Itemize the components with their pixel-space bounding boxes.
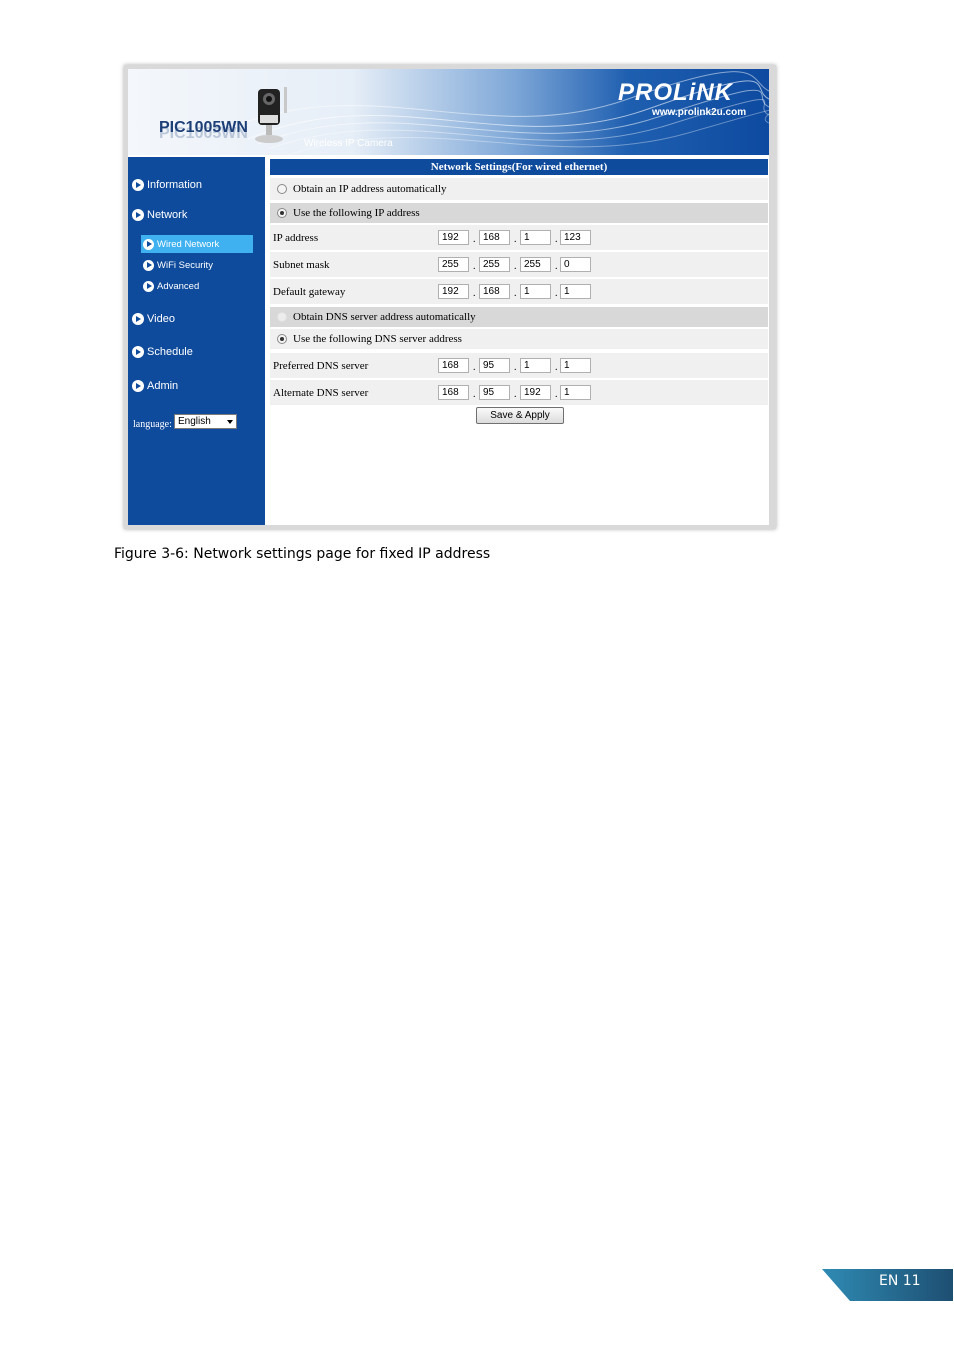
octet-separator: .: [514, 288, 517, 299]
sidebar-subitem-wired-network[interactable]: Wired Network: [141, 235, 253, 253]
octet-separator: .: [473, 234, 476, 245]
arrow-circle-icon: [143, 238, 154, 250]
sidebar-item-label: Schedule: [147, 346, 193, 358]
sidebar-item-label: Video: [147, 313, 175, 325]
octet-separator: .: [514, 362, 517, 373]
ip-address-octet-3[interactable]: 1: [520, 230, 551, 245]
default-gateway-octet-4[interactable]: 1: [560, 284, 591, 299]
header-banner: PIC1005WN Wireless IP Camera PROLiNK www…: [128, 69, 769, 155]
sidebar-item-label: Admin: [147, 380, 179, 392]
arrow-circle-icon: [143, 280, 154, 292]
subnet-mask-octet-2[interactable]: 255: [479, 257, 510, 272]
camera-web-ui: PIC1005WN Wireless IP Camera PROLiNK www…: [128, 69, 769, 525]
product-subtitle: Wireless IP Camera: [304, 138, 393, 149]
obtain-dns-auto-row: Obtain DNS server address automatically: [270, 307, 768, 327]
octet-separator: .: [514, 389, 517, 400]
network-settings-panel: Network Settings(For wired ethernet) Obt…: [270, 157, 769, 525]
sidebar-item-schedule[interactable]: Schedule: [132, 344, 193, 360]
camera-icon: [255, 87, 287, 143]
default-gateway-row: Default gateway 192 . 168 . 1 . 1: [270, 279, 768, 304]
sidebar-item-network[interactable]: Network: [132, 207, 187, 223]
sidebar-subitem-advanced[interactable]: Advanced: [143, 278, 199, 294]
obtain-dns-auto-radio[interactable]: [277, 312, 287, 322]
model-name: PIC1005WN: [159, 119, 248, 136]
default-gateway-octet-3[interactable]: 1: [520, 284, 551, 299]
octet-separator: .: [473, 362, 476, 373]
sidebar-subitem-label: Advanced: [157, 280, 200, 292]
sidebar: Information Network Wired Network WiFi S…: [128, 157, 265, 525]
sidebar-item-label: Network: [147, 209, 188, 221]
arrow-circle-icon: [132, 209, 144, 221]
obtain-dns-auto-label: Obtain DNS server address automatically: [293, 311, 476, 323]
use-following-ip-label: Use the following IP address: [293, 207, 420, 219]
alternate-dns-label: Alternate DNS server: [273, 386, 369, 399]
subnet-mask-octet-1[interactable]: 255: [438, 257, 469, 272]
sidebar-subitem-label: WiFi Security: [157, 259, 213, 271]
octet-separator: .: [473, 288, 476, 299]
preferred-dns-row: Preferred DNS server 168 . 95 . 1 . 1: [270, 353, 768, 378]
default-gateway-octet-1[interactable]: 192: [438, 284, 469, 299]
default-gateway-label: Default gateway: [273, 285, 346, 298]
arrow-circle-icon: [132, 346, 144, 358]
ip-address-label: IP address: [273, 231, 319, 244]
sidebar-item-information[interactable]: Information: [132, 177, 202, 193]
octet-separator: .: [555, 288, 558, 299]
octet-separator: .: [514, 261, 517, 272]
obtain-ip-auto-row: Obtain an IP address automatically: [270, 178, 768, 200]
panel-title: Network Settings(For wired ethernet): [270, 159, 768, 175]
use-following-dns-label: Use the following DNS server address: [293, 333, 462, 345]
subnet-mask-octet-4[interactable]: 0: [560, 257, 591, 272]
language-value: English: [178, 416, 211, 427]
subnet-mask-label: Subnet mask: [273, 258, 330, 271]
arrow-circle-icon: [132, 313, 144, 325]
alternate-dns-row: Alternate DNS server 168 . 95 . 192 . 1: [270, 380, 768, 405]
obtain-ip-auto-label: Obtain an IP address automatically: [293, 183, 447, 195]
figure-caption: Figure 3-6: Network settings page for fi…: [114, 546, 491, 562]
arrow-circle-icon: [132, 380, 144, 392]
language-select[interactable]: English: [174, 414, 237, 429]
octet-separator: .: [555, 389, 558, 400]
preferred-dns-octet-1[interactable]: 168: [438, 358, 469, 373]
language-label: language:: [133, 419, 172, 430]
octet-separator: .: [473, 261, 476, 272]
preferred-dns-octet-4[interactable]: 1: [560, 358, 591, 373]
arrow-circle-icon: [132, 179, 144, 191]
use-following-dns-radio[interactable]: [277, 334, 287, 344]
octet-separator: .: [473, 389, 476, 400]
default-gateway-octet-2[interactable]: 168: [479, 284, 510, 299]
octet-separator: .: [514, 234, 517, 245]
sidebar-item-video[interactable]: Video: [132, 311, 175, 327]
preferred-dns-octet-3[interactable]: 1: [520, 358, 551, 373]
sidebar-item-label: Information: [147, 179, 203, 191]
use-following-dns-row: Use the following DNS server address: [270, 329, 768, 349]
preferred-dns-label: Preferred DNS server: [273, 359, 369, 372]
sidebar-item-admin[interactable]: Admin: [132, 378, 178, 394]
alternate-dns-octet-2[interactable]: 95: [479, 385, 510, 400]
screenshot-frame: PIC1005WN Wireless IP Camera PROLiNK www…: [124, 65, 776, 529]
obtain-ip-auto-radio[interactable]: [277, 184, 287, 194]
chevron-down-icon: [227, 420, 233, 424]
sidebar-subitem-wifi-security[interactable]: WiFi Security: [143, 257, 213, 273]
brand-logo: PROLiNK: [618, 79, 733, 106]
save-apply-button[interactable]: Save & Apply: [476, 407, 564, 424]
ip-address-row: IP address 192 . 168 . 1 . 123: [270, 225, 768, 250]
preferred-dns-octet-2[interactable]: 95: [479, 358, 510, 373]
brand-url: www.prolink2u.com: [652, 107, 747, 118]
octet-separator: .: [555, 261, 558, 272]
ip-address-octet-1[interactable]: 192: [438, 230, 469, 245]
subnet-mask-row: Subnet mask 255 . 255 . 255 . 0: [270, 252, 768, 277]
alternate-dns-octet-1[interactable]: 168: [438, 385, 469, 400]
ip-address-octet-4[interactable]: 123: [560, 230, 591, 245]
sidebar-subitem-label: Wired Network: [157, 238, 220, 250]
octet-separator: .: [555, 362, 558, 373]
page-number: EN 11: [879, 1273, 921, 1289]
ip-address-octet-2[interactable]: 168: [479, 230, 510, 245]
subnet-mask-octet-3[interactable]: 255: [520, 257, 551, 272]
alternate-dns-octet-3[interactable]: 192: [520, 385, 551, 400]
use-following-ip-radio[interactable]: [277, 208, 287, 218]
arrow-circle-icon: [143, 259, 154, 271]
alternate-dns-octet-4[interactable]: 1: [560, 385, 591, 400]
octet-separator: .: [555, 234, 558, 245]
use-following-ip-row: Use the following IP address: [270, 203, 768, 223]
